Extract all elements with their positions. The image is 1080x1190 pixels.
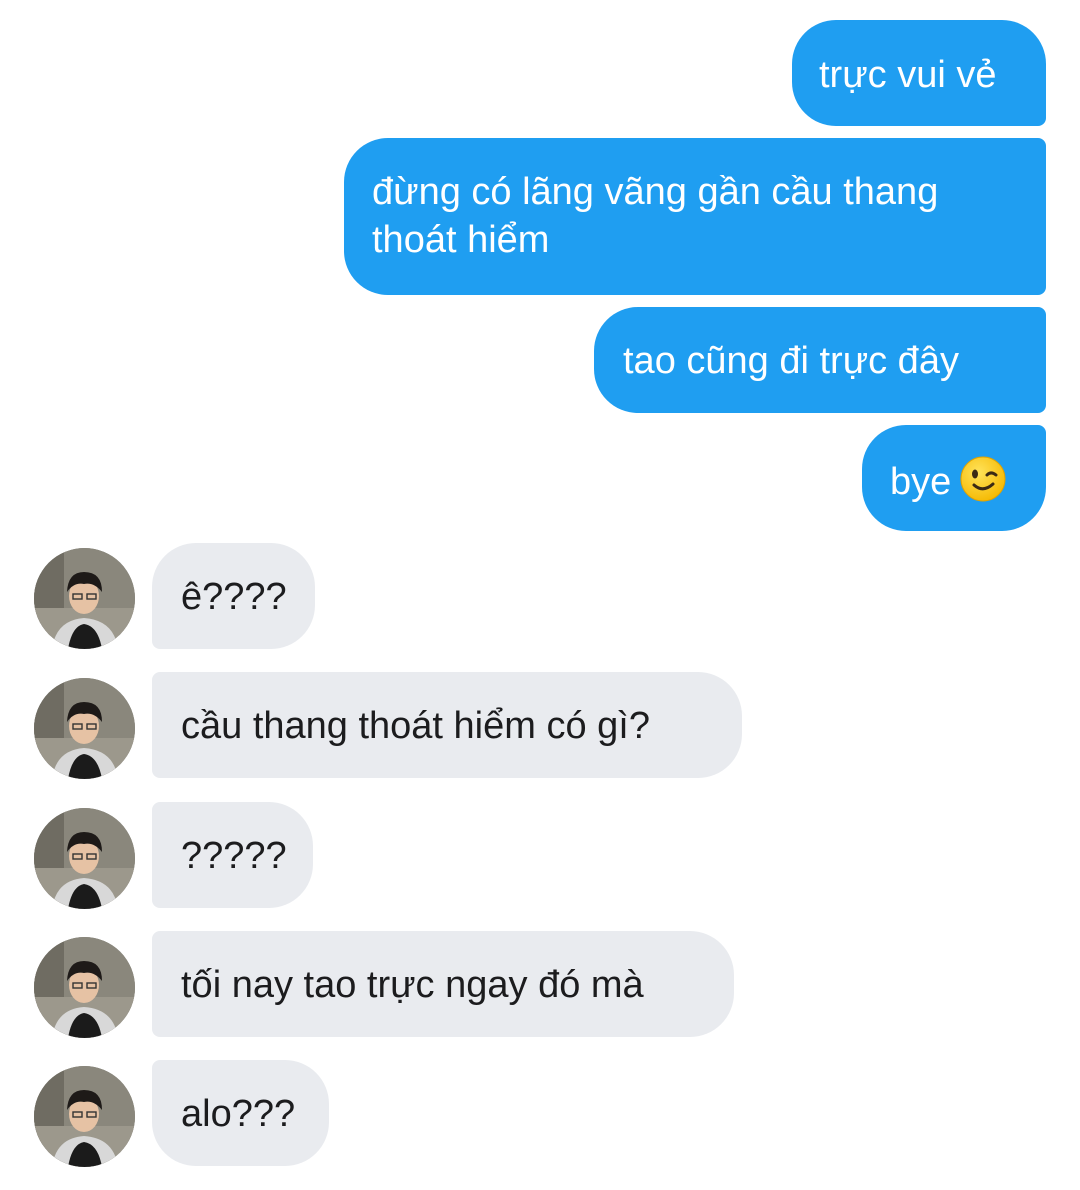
outgoing-message-bubble[interactable]: đừng có lãng vãng gần cầu thang thoát hi… xyxy=(344,138,1046,295)
outgoing-message-text: bye xyxy=(890,461,952,503)
outgoing-message-text-line: thoát hiểm xyxy=(372,219,550,261)
incoming-message-text: cầu thang thoát hiểm có gì? xyxy=(181,705,650,747)
contact-avatar[interactable] xyxy=(34,808,135,909)
contact-avatar[interactable] xyxy=(34,548,135,649)
incoming-message-text: alo??? xyxy=(181,1093,296,1135)
outgoing-message-text: tao cũng đi trực đây xyxy=(623,340,959,382)
incoming-message-bubble[interactable]: alo??? xyxy=(152,1060,329,1166)
contact-avatar[interactable] xyxy=(34,678,135,779)
outgoing-message-bubble[interactable]: bye xyxy=(862,425,1046,531)
contact-avatar[interactable] xyxy=(34,937,135,1038)
message-thread: trực vui vẻ đừng có lãng vãng gần cầu th… xyxy=(0,0,1080,1190)
incoming-message-bubble[interactable]: ????? xyxy=(152,802,313,908)
outgoing-message-bubble[interactable]: tao cũng đi trực đây xyxy=(594,307,1046,413)
contact-avatar[interactable] xyxy=(34,1066,135,1167)
incoming-message-text: ê???? xyxy=(181,576,287,618)
incoming-message-bubble[interactable]: cầu thang thoát hiểm có gì? xyxy=(152,672,742,778)
incoming-message-bubble[interactable]: ê???? xyxy=(152,543,315,649)
outgoing-message-bubble[interactable]: trực vui vẻ xyxy=(792,20,1046,126)
incoming-message-text: ????? xyxy=(181,835,287,877)
outgoing-message-text-line: đừng có lãng vãng gần cầu thang xyxy=(372,171,939,213)
winking-face-emoji-icon xyxy=(959,455,1007,515)
incoming-message-bubble[interactable]: tối nay tao trực ngay đó mà xyxy=(152,931,734,1037)
incoming-message-text: tối nay tao trực ngay đó mà xyxy=(181,964,644,1006)
outgoing-message-text: trực vui vẻ xyxy=(819,54,997,96)
